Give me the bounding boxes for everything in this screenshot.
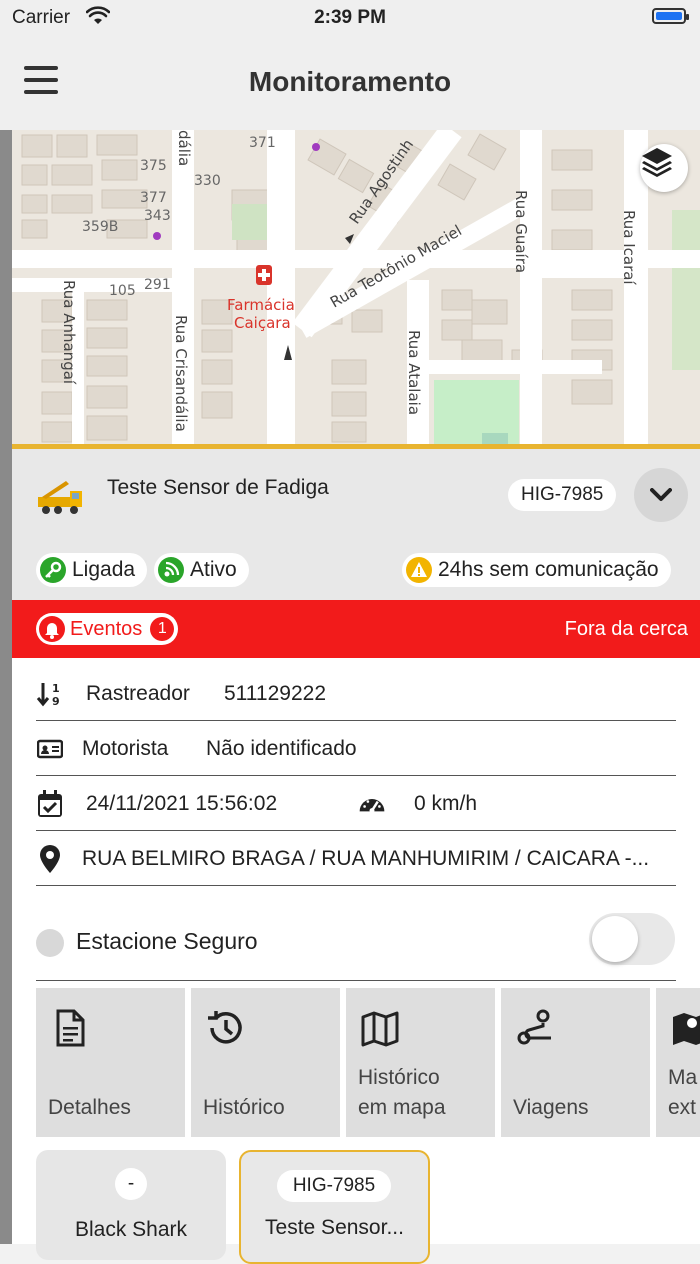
state-label: Ativo <box>190 558 237 581</box>
vehicle-name: Teste Sensor de Fadiga <box>107 476 329 499</box>
comms-chip: 24hs sem comunicação <box>402 553 671 587</box>
vehicle-card-selected[interactable]: HIG-7985 Teste Sensor... <box>239 1150 430 1264</box>
map-layers-button[interactable] <box>640 144 688 192</box>
geofence-alert: Fora da cerca <box>564 618 688 640</box>
svg-text:dália: dália <box>175 130 193 166</box>
status-chips: Ligada Ativo 24hs sem comunicação <box>12 540 700 600</box>
route-icon <box>517 1009 551 1045</box>
datetime-row: 24/11/2021 15:56:02 0 km/h <box>36 776 676 831</box>
ignition-chip: Ligada <box>36 553 148 587</box>
map-marker-icon <box>673 1013 700 1045</box>
status-bar: Carrier 2:39 PM <box>0 0 700 34</box>
action-tiles: Detalhes Histórico Histórico em mapa Viag… <box>36 988 700 1137</box>
chevron-down-icon <box>650 488 672 501</box>
ignition-label: Ligada <box>72 558 136 581</box>
comms-label: 24hs sem comunicação <box>438 558 659 581</box>
svg-text:Rua Guaíra: Rua Guaíra <box>512 190 530 273</box>
page-title: Monitoramento <box>248 66 452 97</box>
details-tile[interactable]: Detalhes <box>36 988 185 1137</box>
speedometer-icon <box>358 790 386 818</box>
history-icon <box>208 1011 242 1044</box>
tracker-value: 511129222 <box>224 682 326 705</box>
speed-value: 0 km/h <box>414 792 478 815</box>
last-update-datetime: 24/11/2021 15:56:02 <box>86 792 278 815</box>
vehicle-card-name: Teste Sensor... <box>265 1216 404 1239</box>
vehicle-header[interactable]: Teste Sensor de Fadiga HIG-7985 <box>12 449 700 540</box>
history-tile[interactable]: Histórico <box>191 988 340 1137</box>
address-row: RUA BELMIRO BRAGA / RUA MANHUMIRIM / CAI… <box>36 831 676 886</box>
calendar-check-icon <box>36 790 64 818</box>
state-chip: Ativo <box>154 553 249 587</box>
vehicle-card-name: Black Shark <box>74 1218 188 1241</box>
events-button[interactable]: Eventos 1 <box>36 613 179 645</box>
vehicle-plate-badge: HIG-7985 <box>508 479 617 511</box>
map-extra-label: Ma ext <box>668 1066 698 1119</box>
svg-text:291: 291 <box>144 277 171 293</box>
svg-text:Rua Anhangaí: Rua Anhangaí <box>60 280 78 385</box>
driver-label: Motorista <box>82 737 169 760</box>
side-edge <box>0 130 12 1244</box>
map-extra-tile[interactable]: Ma ext <box>656 988 700 1137</box>
svg-text:371: 371 <box>249 135 276 151</box>
map-view[interactable]: dália Rua Anhangaí Rua Crisandália Rua A… <box>12 130 700 444</box>
crane-truck-icon <box>38 481 82 514</box>
tracker-row: 19 Rastreador 511129222 <box>36 666 676 721</box>
battery-icon <box>652 8 689 24</box>
id-card-icon <box>36 735 64 763</box>
safe-parking-indicator <box>36 929 64 957</box>
layers-icon <box>642 148 672 177</box>
svg-text:377: 377 <box>140 190 167 206</box>
map-history-tile[interactable]: Histórico em mapa <box>346 988 495 1137</box>
svg-text:9: 9 <box>52 695 60 708</box>
tracker-label: Rastreador <box>86 682 190 705</box>
vehicle-card-plate: HIG-7985 <box>277 1170 391 1202</box>
driver-row: Motorista Não identificado <box>36 721 676 776</box>
events-label: Eventos <box>70 617 143 640</box>
key-icon <box>38 555 68 585</box>
svg-text:Caiçara: Caiçara <box>234 314 291 332</box>
trips-label: Viagens <box>513 1096 589 1119</box>
trips-tile[interactable]: Viagens <box>501 988 650 1137</box>
nav-bar: Monitoramento <box>0 34 700 130</box>
svg-text:Farmácia: Farmácia <box>227 296 295 314</box>
expand-button[interactable] <box>634 468 688 522</box>
svg-text:359B: 359B <box>82 219 118 235</box>
map-icon <box>361 1011 399 1047</box>
vehicle-card-plate: - <box>115 1168 147 1200</box>
svg-text:Rua Icaraí: Rua Icaraí <box>620 210 638 285</box>
svg-text:1: 1 <box>52 682 60 695</box>
svg-text:330: 330 <box>194 173 221 189</box>
safe-parking-toggle[interactable] <box>589 913 675 965</box>
events-bar[interactable]: Eventos 1 Fora da cerca <box>12 600 700 658</box>
sort-numeric-icon: 19 <box>36 680 64 708</box>
map-pin-icon <box>36 845 64 873</box>
events-count-badge: 1 <box>150 617 175 641</box>
svg-text:Rua Crisandália: Rua Crisandália <box>172 315 190 432</box>
map-tiles: dália Rua Anhangaí Rua Crisandália Rua A… <box>12 130 700 444</box>
svg-text:105: 105 <box>109 283 136 299</box>
details-label: Detalhes <box>48 1096 131 1119</box>
bell-icon <box>38 615 66 643</box>
safe-parking-row: Estacione Seguro <box>36 883 676 981</box>
svg-text:Rua Atalaia: Rua Atalaia <box>405 330 423 415</box>
svg-text:343: 343 <box>144 208 171 224</box>
map-history-label: Histórico em mapa <box>358 1066 446 1119</box>
signal-icon <box>156 555 186 585</box>
svg-text:375: 375 <box>140 158 167 174</box>
driver-value: Não identificado <box>206 737 357 760</box>
warning-icon <box>404 555 434 585</box>
document-icon <box>56 1009 85 1047</box>
clock: 2:39 PM <box>314 7 386 28</box>
history-label: Histórico <box>203 1096 285 1119</box>
address-text: RUA BELMIRO BRAGA / RUA MANHUMIRIM / CAI… <box>82 847 650 870</box>
safe-parking-label: Estacione Seguro <box>76 928 258 954</box>
